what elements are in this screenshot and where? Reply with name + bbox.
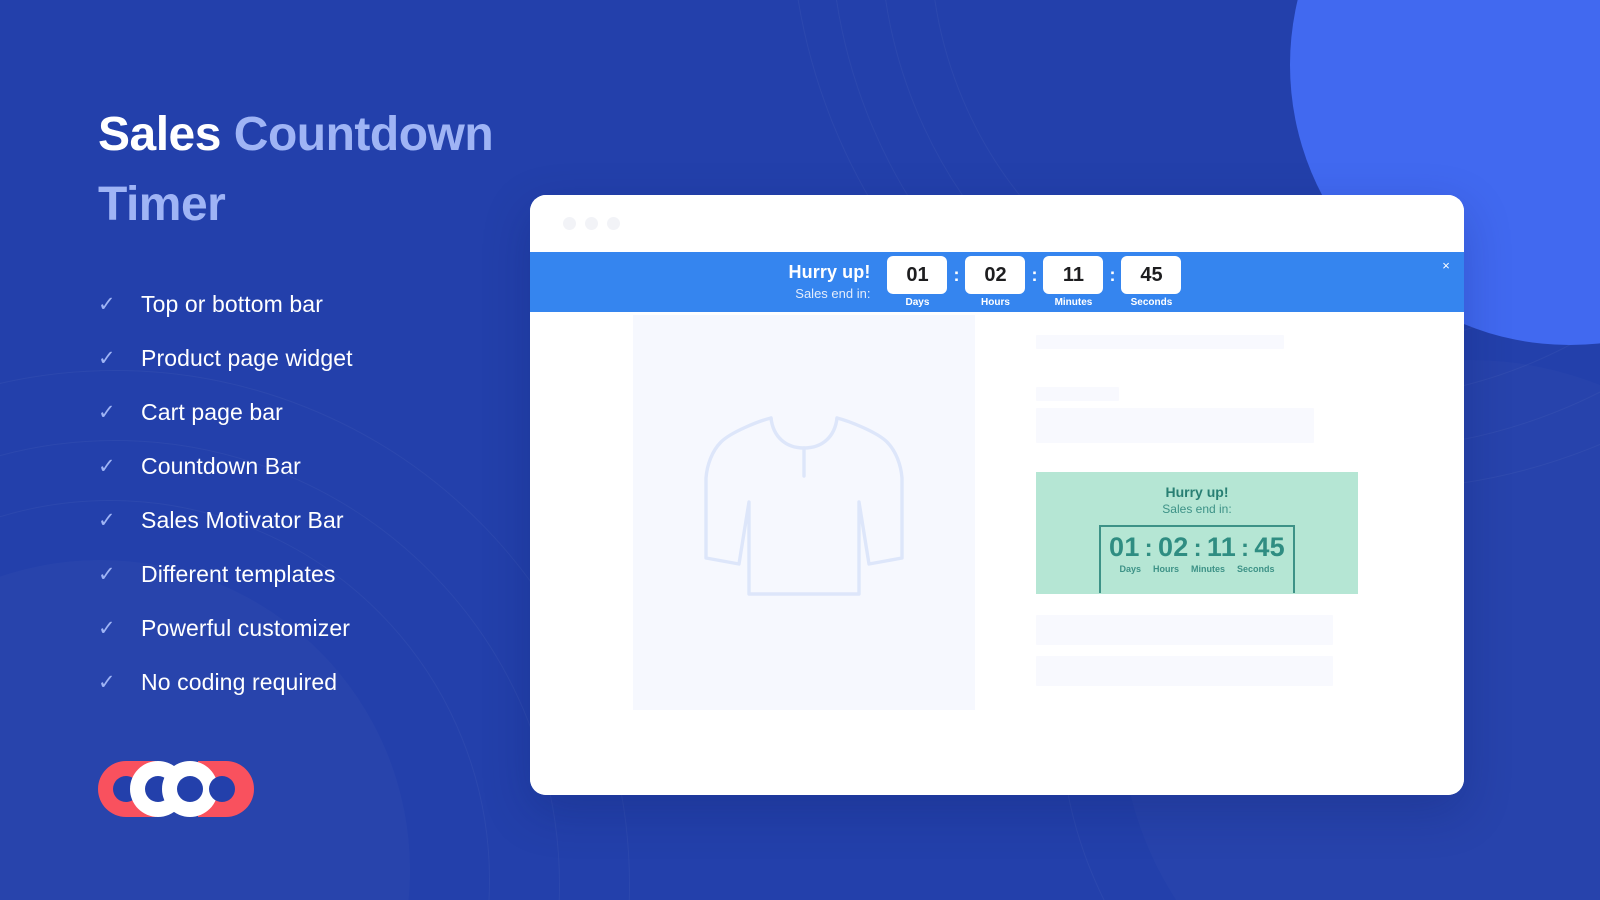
product-image-placeholder	[633, 315, 975, 710]
page-title-strong: Sales	[98, 108, 221, 161]
widget-timer-digits: 01 : 02 : 11 : 45	[1101, 532, 1293, 563]
text-placeholder-bar	[1036, 335, 1284, 349]
countdown-unit-minutes: 11 Minutes	[1043, 256, 1104, 308]
list-item: ✓ Cart page bar	[98, 385, 538, 439]
widget-unit-hours-label: Hours	[1152, 564, 1179, 574]
widget-separator: :	[1144, 535, 1153, 562]
list-item: ✓ Different templates	[98, 547, 538, 601]
browser-chrome	[530, 195, 1464, 252]
hero-column: Sales Countdown Timer ✓ Top or bottom ba…	[98, 100, 538, 818]
countdown-unit-value: 11	[1043, 256, 1104, 294]
list-item: ✓ Countdown Bar	[98, 439, 538, 493]
countdown-top-bar: Hurry up! Sales end in: 01 Days : 02 Hou…	[530, 252, 1464, 312]
countdown-bar-title: Hurry up!	[788, 262, 871, 283]
text-placeholder-bar	[1036, 656, 1333, 686]
good-logo	[98, 761, 254, 818]
check-icon: ✓	[98, 346, 116, 370]
feature-label: Cart page bar	[141, 398, 283, 425]
product-countdown-widget: Hurry up! Sales end in: 01 : 02 : 11 : 4…	[1036, 472, 1358, 594]
page-title: Sales Countdown Timer	[98, 100, 538, 239]
check-icon: ✓	[98, 670, 116, 694]
countdown-unit-label: Hours	[981, 297, 1010, 308]
check-icon: ✓	[98, 400, 116, 424]
countdown-bar-text: Hurry up! Sales end in:	[789, 262, 871, 302]
product-page-body: Hurry up! Sales end in: 01 : 02 : 11 : 4…	[530, 312, 1464, 795]
text-placeholder-bar	[1036, 387, 1119, 401]
widget-separator: :	[1241, 535, 1250, 562]
list-item: ✓ Sales Motivator Bar	[98, 493, 538, 547]
feature-list: ✓ Top or bottom bar ✓ Product page widge…	[98, 277, 538, 709]
check-icon: ✓	[98, 616, 116, 640]
countdown-bar-subtitle: Sales end in:	[795, 286, 871, 302]
feature-label: Product page widget	[141, 344, 353, 371]
countdown-unit-days: 01 Days	[887, 256, 948, 308]
widget-unit-seconds-value: 45	[1254, 532, 1285, 562]
countdown-separator: :	[1031, 265, 1038, 285]
list-item: ✓ Product page widget	[98, 331, 538, 385]
widget-subtitle: Sales end in:	[1162, 502, 1232, 516]
widget-unit-minutes-label: Minutes	[1191, 564, 1226, 574]
widget-unit-seconds-label: Seconds	[1237, 564, 1275, 574]
widget-unit-days-value: 01	[1109, 532, 1140, 562]
feature-label: Different templates	[141, 560, 336, 587]
feature-label: Powerful customizer	[141, 614, 350, 641]
countdown-unit-label: Seconds	[1130, 297, 1173, 308]
countdown-unit-label: Minutes	[1054, 297, 1093, 308]
text-placeholder-bar	[1036, 615, 1333, 645]
close-icon[interactable]: ×	[1438, 258, 1454, 274]
shirt-icon	[704, 415, 904, 596]
feature-label: Sales Motivator Bar	[141, 506, 344, 533]
good-logo-icon	[98, 761, 254, 818]
feature-label: Countdown Bar	[141, 452, 301, 479]
window-close-dot-icon[interactable]	[563, 217, 576, 230]
check-icon: ✓	[98, 508, 116, 532]
countdown-unit-value: 02	[965, 256, 1026, 294]
widget-unit-minutes-value: 11	[1206, 532, 1237, 562]
browser-mockup: Hurry up! Sales end in: 01 Days : 02 Hou…	[530, 195, 1464, 795]
widget-timer-labels: Days Hours Minutes Seconds	[1101, 564, 1293, 574]
widget-unit-hours-value: 02	[1157, 532, 1189, 562]
check-icon: ✓	[98, 562, 116, 586]
widget-separator: :	[1193, 535, 1202, 562]
countdown-separator: :	[953, 265, 960, 285]
countdown-unit-label: Days	[905, 297, 930, 308]
countdown-unit-value: 45	[1121, 256, 1182, 294]
check-icon: ✓	[98, 454, 116, 478]
list-item: ✓ Top or bottom bar	[98, 277, 538, 331]
check-icon: ✓	[98, 292, 116, 316]
feature-label: Top or bottom bar	[141, 290, 323, 317]
countdown-unit-hours: 02 Hours	[965, 256, 1026, 308]
list-item: ✓ No coding required	[98, 655, 538, 709]
window-minimize-dot-icon[interactable]	[585, 217, 598, 230]
product-info-column: Hurry up! Sales end in: 01 : 02 : 11 : 4…	[1036, 312, 1388, 686]
list-item: ✓ Powerful customizer	[98, 601, 538, 655]
countdown-bar-units: 01 Days : 02 Hours : 11 Minutes : 45 Sec…	[887, 256, 1182, 308]
countdown-unit-seconds: 45 Seconds	[1121, 256, 1182, 308]
countdown-unit-value: 01	[887, 256, 948, 294]
feature-label: No coding required	[141, 668, 338, 695]
widget-timer-frame: 01 : 02 : 11 : 45 Days Hours Minutes Sec…	[1099, 525, 1295, 593]
widget-unit-days-label: Days	[1119, 564, 1141, 574]
window-maximize-dot-icon[interactable]	[607, 217, 620, 230]
text-placeholder-bar	[1036, 408, 1314, 443]
countdown-separator: :	[1109, 265, 1116, 285]
widget-title: Hurry up!	[1165, 484, 1229, 500]
